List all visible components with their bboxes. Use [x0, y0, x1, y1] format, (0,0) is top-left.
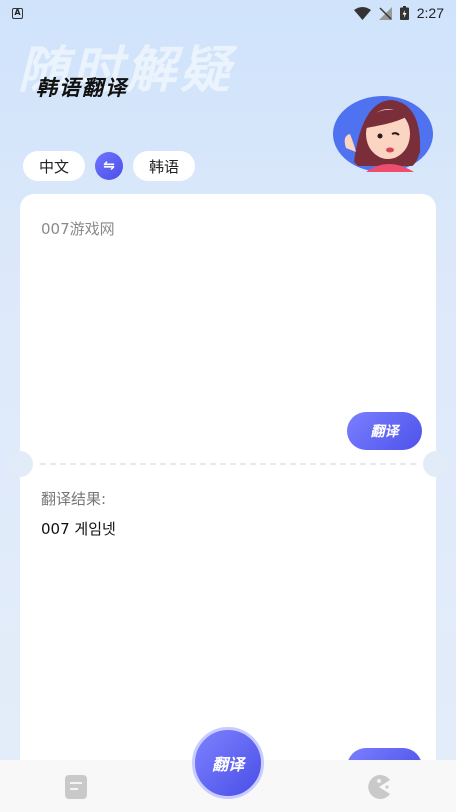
source-language-button[interactable]: 中文: [23, 151, 86, 181]
status-right: 2:27: [353, 5, 444, 21]
no-signal-icon: [378, 6, 392, 20]
source-text-input[interactable]: 007游戏网: [41, 218, 115, 239]
status-time: 2:27: [416, 5, 444, 21]
swap-languages-button[interactable]: ⇋: [95, 152, 124, 180]
pacman-icon[interactable]: [367, 775, 391, 799]
status-left: A: [12, 7, 23, 19]
result-text: 007 게임넷: [41, 520, 116, 538]
document-icon[interactable]: [65, 775, 87, 799]
wifi-icon: [353, 6, 371, 20]
mascot-girl-illustration: [333, 96, 433, 172]
card-notch-left: [7, 451, 33, 477]
battery-icon: [399, 6, 409, 20]
translate-button[interactable]: 翻译: [347, 412, 422, 450]
card-divider: [40, 463, 416, 465]
status-bar: A 2:27: [0, 0, 456, 26]
language-selector: 中文 ⇋ 韩语: [23, 151, 196, 181]
swap-icon: ⇋: [103, 158, 115, 174]
target-language-button[interactable]: 韩语: [133, 151, 196, 181]
center-translate-button[interactable]: 翻译: [192, 727, 264, 799]
card-notch-right: [423, 451, 449, 477]
app-notification-icon: A: [12, 7, 23, 19]
result-label: 翻译结果:: [41, 490, 107, 508]
page-title: 韩语翻译: [36, 76, 128, 100]
